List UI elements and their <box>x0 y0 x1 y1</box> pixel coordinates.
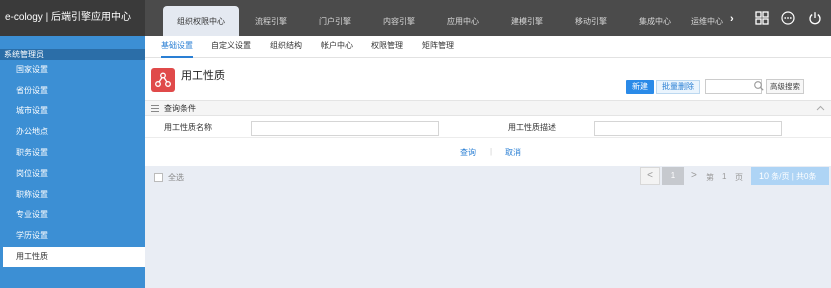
description-field[interactable] <box>594 121 782 136</box>
sub-tab-structure[interactable]: 组织结构 <box>270 36 302 58</box>
employment-type-icon <box>151 68 175 92</box>
query-form-row: 用工性质名称 用工性质描述 <box>145 118 831 138</box>
goto-prefix: 第 <box>706 173 714 182</box>
top-tab-modeling[interactable]: 建模引擎 <box>495 0 559 36</box>
power-icon[interactable] <box>808 11 822 25</box>
select-all-checkbox[interactable] <box>154 173 163 182</box>
search-input[interactable] <box>706 80 748 93</box>
sidebar-item-province[interactable]: 省份设置 <box>0 81 145 101</box>
sub-tab-account[interactable]: 帐户中心 <box>321 36 353 58</box>
sidebar-item-duty[interactable]: 职务设置 <box>0 143 145 163</box>
query-cancel-link[interactable]: 取消 <box>505 147 521 158</box>
next-page-button[interactable]: > <box>691 170 697 181</box>
sub-tab-matrix[interactable]: 矩阵管理 <box>422 36 454 58</box>
list-footer: 全选 < 1 > 第 1 页 10 条/页 | 共0条 <box>145 166 831 188</box>
link-separator: | <box>490 147 493 156</box>
nav-more-arrow-icon[interactable]: › <box>730 13 734 25</box>
name-field-label: 用工性质名称 <box>164 123 212 132</box>
top-tab-portal[interactable]: 门户引擎 <box>303 0 367 36</box>
current-page[interactable]: 1 <box>662 167 684 185</box>
prev-page-button[interactable]: < <box>640 167 660 185</box>
sub-nav: 基础设置 自定义设置 组织结构 帐户中心 权限管理 矩阵管理 <box>145 36 831 58</box>
chevron-up-icon[interactable] <box>816 104 825 113</box>
sub-tab-basic[interactable]: 基础设置 <box>161 36 193 58</box>
app-title: e-cology | 后端引擎应用中心 <box>0 0 145 36</box>
sidebar-item-education[interactable]: 学历设置 <box>0 226 145 246</box>
more-icon[interactable] <box>781 11 795 25</box>
sidebar-item-speciality[interactable]: 专业设置 <box>0 205 145 225</box>
batch-delete-button[interactable]: 批量删除 <box>656 80 700 94</box>
sidebar-item-office[interactable]: 办公地点 <box>0 122 145 142</box>
top-tab-integration[interactable]: 集成中心 <box>623 0 687 36</box>
goto-page-input[interactable]: 1 <box>722 172 726 181</box>
top-bar: e-cology | 后端引擎应用中心 组织权限中心 流程引擎 门户引擎 内容引… <box>0 0 831 36</box>
sidebar-item-city[interactable]: 城市设置 <box>0 101 145 121</box>
top-tab-apps[interactable]: 应用中心 <box>431 0 495 36</box>
sidebar: 系统管理员 国家设置 省份设置 城市设置 办公地点 职务设置 岗位设置 职称设置… <box>0 36 145 288</box>
query-condition-bar: 查询条件 <box>145 100 831 116</box>
top-tab-org[interactable]: 组织权限中心 <box>163 6 239 36</box>
sidebar-item-employment-type[interactable]: 用工性质 <box>0 247 145 267</box>
search-icon[interactable] <box>753 80 765 92</box>
top-tab-ops[interactable]: 运维中心 <box>687 0 727 36</box>
top-tab-workflow[interactable]: 流程引擎 <box>239 0 303 36</box>
new-button[interactable]: 新建 <box>626 80 654 94</box>
goto-suffix: 页 <box>735 173 743 182</box>
advanced-search-button[interactable]: 高级搜索 <box>766 79 804 94</box>
name-field[interactable] <box>251 121 439 136</box>
sidebar-item-country[interactable]: 国家设置 <box>0 60 145 80</box>
grid-icon[interactable] <box>755 11 769 25</box>
query-search-link[interactable]: 查询 <box>460 147 476 158</box>
sidebar-header: 系统管理员 <box>0 49 145 60</box>
top-tab-mobile[interactable]: 移动引擎 <box>559 0 623 36</box>
page-summary: 条/页 | 共0条 <box>771 172 817 181</box>
query-condition-label: 查询条件 <box>164 104 196 113</box>
select-all-label: 全选 <box>168 173 184 182</box>
page-title: 用工性质 <box>181 70 225 82</box>
menu-icon <box>151 105 159 112</box>
top-nav: 组织权限中心 流程引擎 门户引擎 内容引擎 应用中心 建模引擎 移动引擎 集成中… <box>163 0 727 36</box>
page-size-value: 10 <box>759 171 770 181</box>
sub-tab-permission[interactable]: 权限管理 <box>371 36 403 58</box>
sub-tab-custom[interactable]: 自定义设置 <box>211 36 251 58</box>
main-panel: 用工性质 新建 批量删除 高级搜索 查询条件 用工性质名称 用工性质描述 查询 … <box>145 58 831 166</box>
sidebar-item-post[interactable]: 岗位设置 <box>0 164 145 184</box>
page-size-selector[interactable]: 10 条/页 | 共0条 <box>751 167 829 185</box>
sidebar-item-title[interactable]: 职称设置 <box>0 185 145 205</box>
description-field-label: 用工性质描述 <box>508 123 556 132</box>
top-tab-content[interactable]: 内容引擎 <box>367 0 431 36</box>
